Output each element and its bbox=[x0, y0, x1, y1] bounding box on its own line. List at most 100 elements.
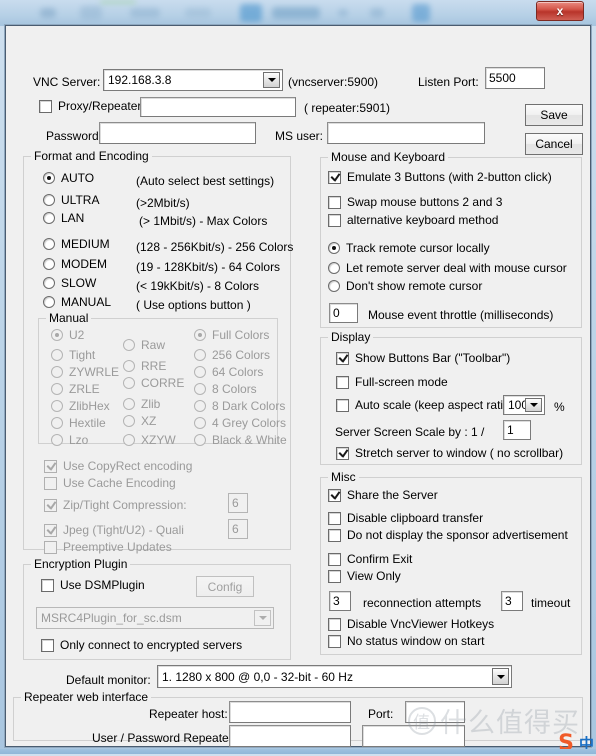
listen-port-input[interactable]: 5500 bbox=[485, 67, 545, 89]
autoscale-combo[interactable]: 100 bbox=[503, 395, 545, 415]
only-encrypted-checkbox[interactable]: Only connect to encrypted servers bbox=[41, 638, 242, 652]
radio-modem[interactable]: MODEM bbox=[43, 257, 107, 271]
jpeg-quality-input[interactable]: 6 bbox=[228, 519, 248, 539]
show-toolbar-checkbox[interactable]: Show Buttons Bar ("Toolbar") bbox=[336, 351, 510, 365]
default-monitor-combo[interactable]: 1. 1280 x 800 @ 0,0 - 32-bit - 60 Hz bbox=[157, 665, 512, 688]
radio-256-colors[interactable]: 256 Colors bbox=[194, 348, 270, 362]
chevron-down-icon[interactable] bbox=[263, 72, 280, 88]
radio-zlib[interactable]: Zlib bbox=[123, 397, 160, 411]
ms-user-input[interactable] bbox=[327, 122, 485, 144]
use-dsmplugin-label: Use DSMPlugin bbox=[60, 578, 145, 592]
view-only-checkbox[interactable]: View Only bbox=[328, 569, 401, 583]
repeater-port-input[interactable] bbox=[405, 701, 465, 723]
no-status-window-checkbox[interactable]: No status window on start bbox=[328, 634, 484, 648]
vnc-server-label: VNC Server: bbox=[33, 75, 100, 89]
timeout-input[interactable]: 3 bbox=[501, 591, 523, 611]
radio-lzo[interactable]: Lzo bbox=[51, 433, 88, 447]
disable-hotkeys-checkbox[interactable]: Disable VncViewer Hotkeys bbox=[328, 617, 494, 631]
radio-modem-label: MODEM bbox=[61, 257, 107, 271]
chevron-down-icon[interactable] bbox=[492, 668, 509, 685]
radio-zywrle[interactable]: ZYWRLE bbox=[51, 365, 119, 379]
chevron-down-icon[interactable] bbox=[525, 398, 542, 412]
emulate-3-buttons-label: Emulate 3 Buttons (with 2-button click) bbox=[347, 170, 552, 184]
alt-keyboard-checkbox[interactable]: alternative keyboard method bbox=[328, 213, 498, 227]
no-sponsor-ad-checkbox[interactable]: Do not display the sponsor advertisement bbox=[328, 528, 568, 542]
checkbox-box bbox=[41, 579, 54, 592]
proxy-repeater-checkbox[interactable]: Proxy/Repeater bbox=[39, 99, 141, 113]
share-server-checkbox[interactable]: Share the Server bbox=[328, 488, 438, 502]
copyrect-checkbox[interactable]: Use CopyRect encoding bbox=[44, 459, 192, 473]
radio-tight[interactable]: Tight bbox=[51, 348, 95, 362]
radio-zlibhex[interactable]: ZlibHex bbox=[51, 399, 110, 413]
radio-8-dark-colors[interactable]: 8 Dark Colors bbox=[194, 399, 285, 413]
radio-rre[interactable]: RRE bbox=[123, 359, 166, 373]
alt-keyboard-label: alternative keyboard method bbox=[347, 213, 498, 227]
radio-black-white[interactable]: Black & White bbox=[194, 433, 287, 447]
default-monitor-label: Default monitor: bbox=[66, 673, 151, 687]
chevron-down-icon[interactable] bbox=[254, 610, 271, 626]
radio-manual[interactable]: MANUAL bbox=[43, 295, 111, 309]
mouse-keyboard-title: Mouse and Keyboard bbox=[328, 150, 448, 164]
autoscale-checkbox[interactable]: Auto scale (keep aspect ratio) bbox=[336, 398, 514, 412]
radio-zrle[interactable]: ZRLE bbox=[51, 382, 100, 396]
confirm-exit-checkbox[interactable]: Confirm Exit bbox=[328, 552, 412, 566]
radio-8-colors[interactable]: 8 Colors bbox=[194, 382, 257, 396]
repeater-password-input[interactable] bbox=[362, 725, 465, 747]
password-input[interactable] bbox=[99, 122, 256, 144]
radio-circle bbox=[51, 434, 63, 446]
proxy-repeater-input[interactable] bbox=[140, 97, 296, 117]
checkbox-box bbox=[328, 489, 341, 502]
radio-slow[interactable]: SLOW bbox=[43, 276, 96, 290]
radio-circle bbox=[194, 434, 206, 446]
vnc-server-hint: (vncserver:5900) bbox=[288, 75, 378, 89]
checkbox-box bbox=[44, 541, 57, 554]
fullscreen-checkbox[interactable]: Full-screen mode bbox=[336, 375, 448, 389]
vnc-server-combo[interactable]: 192.168.3.8 bbox=[103, 69, 283, 91]
use-dsmplugin-checkbox[interactable]: Use DSMPlugin bbox=[41, 578, 145, 592]
disable-clipboard-checkbox[interactable]: Disable clipboard transfer bbox=[328, 511, 483, 525]
dsmplugin-combo[interactable]: MSRC4Plugin_for_sc.dsm bbox=[36, 607, 274, 629]
radio-track-remote-cursor[interactable]: Track remote cursor locally bbox=[328, 241, 490, 255]
mouse-throttle-input[interactable]: 0 bbox=[329, 303, 358, 323]
repeater-user-input[interactable] bbox=[229, 725, 351, 747]
radio-raw[interactable]: Raw bbox=[123, 338, 165, 352]
radio-circle bbox=[43, 194, 55, 206]
zip-tight-compression-input[interactable]: 6 bbox=[228, 493, 248, 513]
server-scale-denom-input[interactable]: 1 bbox=[503, 420, 531, 440]
swap-mouse-buttons-label: Swap mouse buttons 2 and 3 bbox=[347, 195, 502, 209]
radio-full-colors[interactable]: Full Colors bbox=[194, 328, 269, 342]
ms-user-label: MS user: bbox=[275, 129, 323, 143]
cancel-button[interactable]: Cancel bbox=[525, 133, 583, 155]
preemptive-updates-checkbox[interactable]: Preemptive Updates bbox=[44, 540, 172, 554]
desktop-background bbox=[0, 0, 596, 26]
radio-circle bbox=[43, 212, 55, 224]
radio-auto[interactable]: AUTO bbox=[43, 171, 94, 185]
emulate-3-buttons-checkbox[interactable]: Emulate 3 Buttons (with 2-button click) bbox=[328, 170, 552, 184]
radio-hextile[interactable]: Hextile bbox=[51, 416, 106, 430]
reconnect-attempts-input[interactable]: 3 bbox=[329, 591, 351, 611]
radio-xzyw[interactable]: XZYW bbox=[123, 433, 176, 447]
radio-full-colors-label: Full Colors bbox=[212, 328, 269, 342]
repeater-host-input[interactable] bbox=[229, 701, 351, 723]
radio-no-remote-cursor[interactable]: Don't show remote cursor bbox=[328, 279, 482, 293]
radio-black-white-label: Black & White bbox=[212, 433, 287, 447]
save-button[interactable]: Save bbox=[525, 104, 583, 126]
radio-track-remote-cursor-label: Track remote cursor locally bbox=[346, 241, 490, 255]
radio-64-colors[interactable]: 64 Colors bbox=[194, 365, 263, 379]
radio-lan[interactable]: LAN bbox=[43, 211, 84, 225]
cache-encoding-checkbox[interactable]: Use Cache Encoding bbox=[44, 476, 176, 490]
swap-mouse-buttons-checkbox[interactable]: Swap mouse buttons 2 and 3 bbox=[328, 195, 502, 209]
radio-ultra[interactable]: ULTRA bbox=[43, 193, 99, 207]
radio-4-grey-colors[interactable]: 4 Grey Colors bbox=[194, 416, 286, 430]
jpeg-quality-checkbox[interactable]: Jpeg (Tight/U2) - Quali bbox=[44, 523, 184, 537]
zip-tight-compression-checkbox[interactable]: Zip/Tight Compression: bbox=[44, 498, 187, 512]
stretch-server-checkbox[interactable]: Stretch server to window ( no scrollbar) bbox=[336, 446, 563, 460]
close-button[interactable]: x bbox=[536, 1, 584, 21]
radio-medium[interactable]: MEDIUM bbox=[43, 237, 110, 251]
radio-let-server-cursor[interactable]: Let remote server deal with mouse cursor bbox=[328, 261, 567, 275]
radio-u2[interactable]: U2 bbox=[51, 328, 84, 342]
radio-corre[interactable]: CORRE bbox=[123, 376, 184, 390]
mouse-throttle-label: Mouse event throttle (milliseconds) bbox=[368, 308, 553, 322]
config-button[interactable]: Config bbox=[196, 576, 254, 597]
radio-xz[interactable]: XZ bbox=[123, 414, 156, 428]
